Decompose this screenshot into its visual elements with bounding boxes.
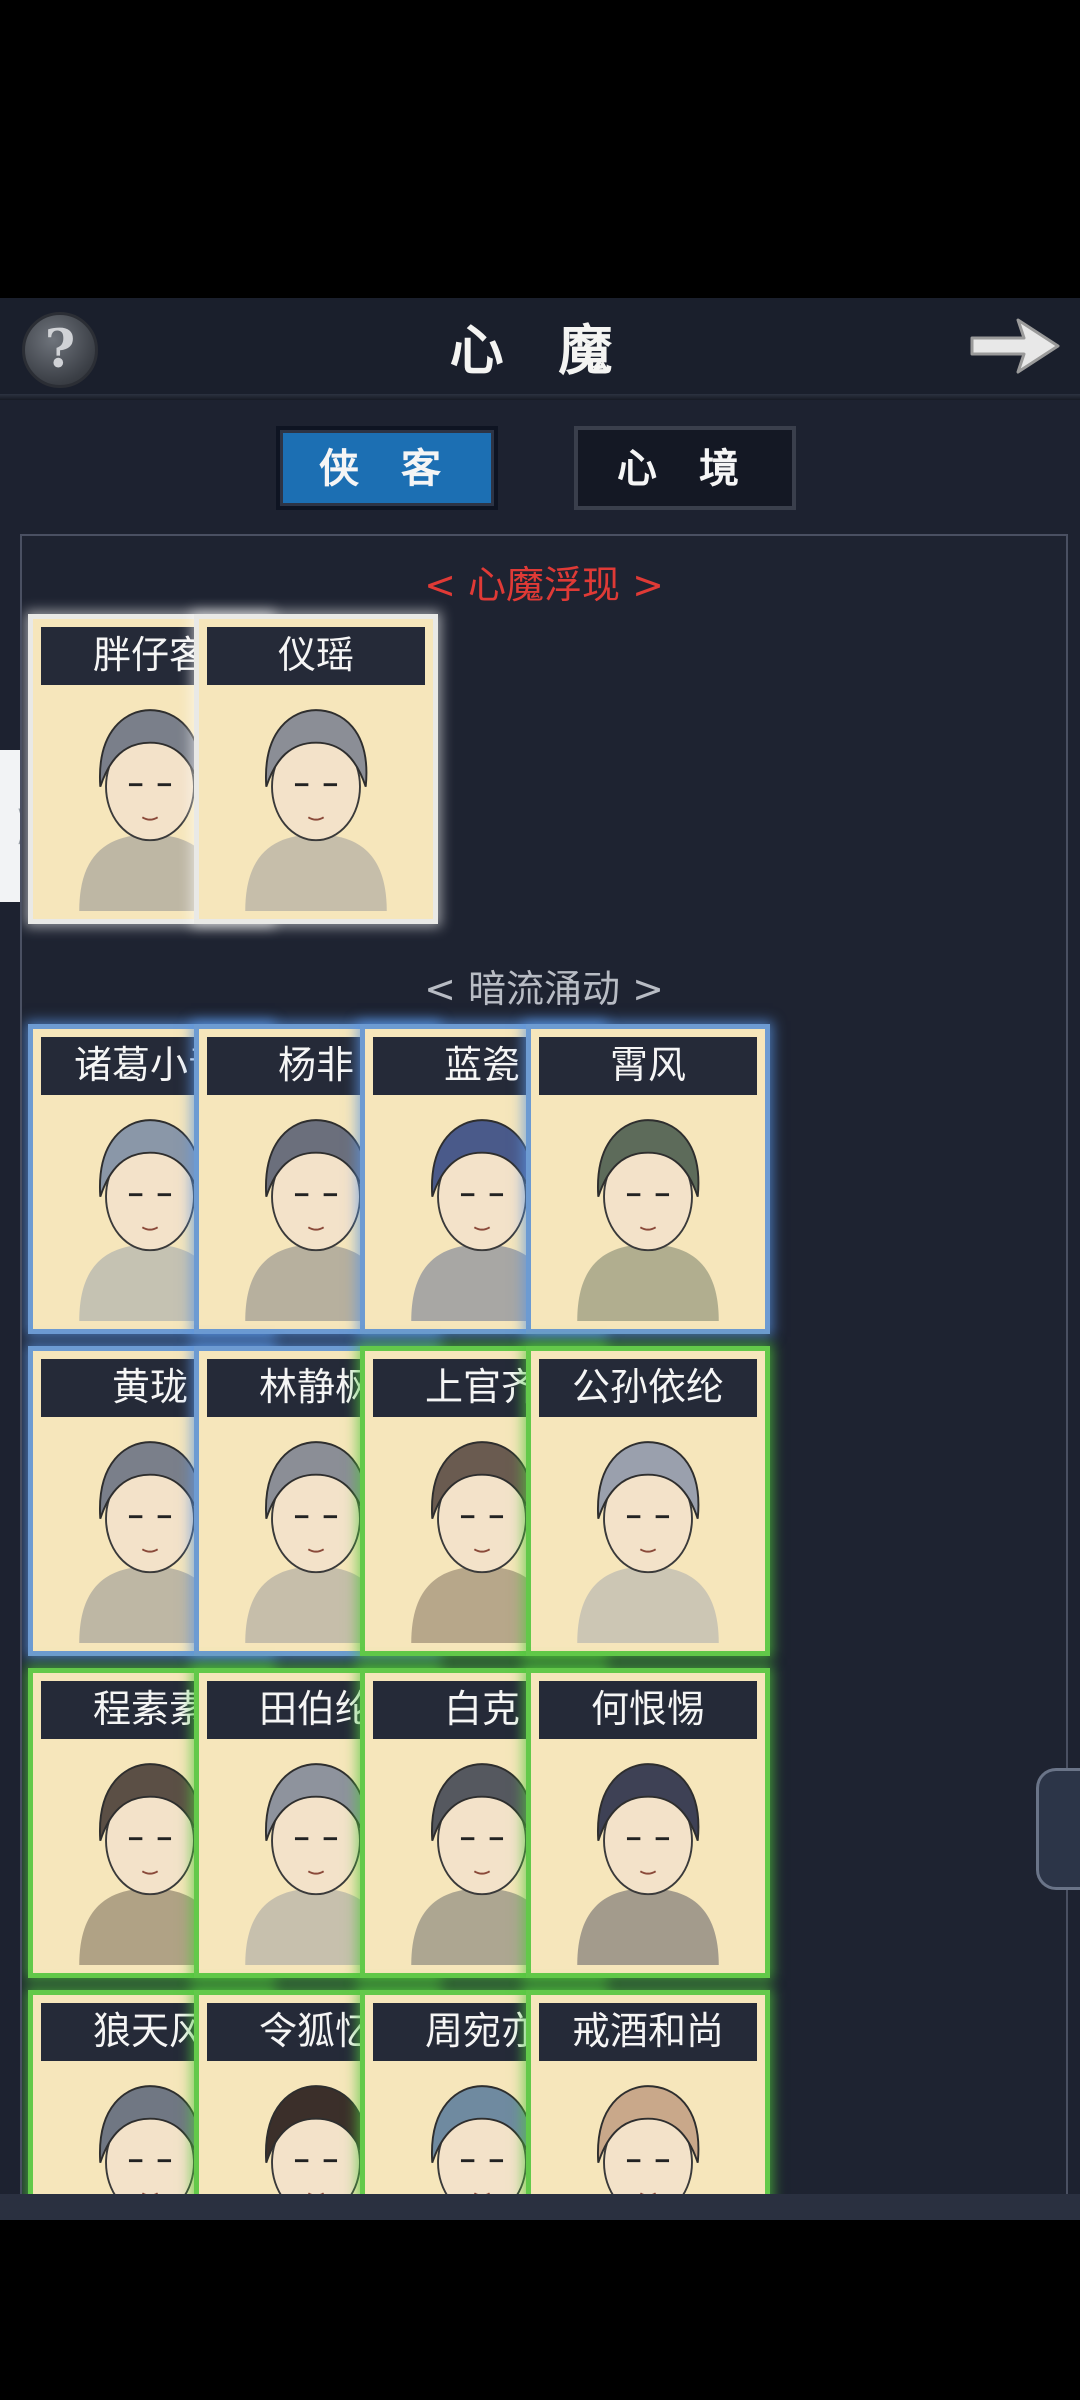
character-portrait bbox=[539, 2067, 757, 2206]
character-portrait bbox=[539, 1745, 757, 1965]
character-card[interactable]: 戒酒和尚 bbox=[526, 1990, 770, 2206]
character-portrait bbox=[539, 1423, 757, 1643]
header-divider bbox=[0, 394, 1080, 400]
section-title-undercurrent: < 暗流涌动 > bbox=[424, 967, 664, 1011]
floating-item-icon[interactable] bbox=[1036, 1768, 1080, 1890]
character-card[interactable]: 仪瑶 bbox=[194, 614, 438, 924]
page-title: 心 魔 bbox=[449, 318, 631, 382]
next-button[interactable] bbox=[966, 312, 1062, 380]
character-card[interactable]: 何恨惕 bbox=[526, 1668, 770, 1978]
character-portrait bbox=[539, 1101, 757, 1321]
heart-demon-screen: ? 心 魔 ⟩ 侠 客 心 境 < 心魔浮现 > < 暗流涌动 > 胖仔客仪瑶诸… bbox=[0, 298, 1080, 2220]
character-name: 公孙依纶 bbox=[539, 1359, 757, 1417]
character-name: 何恨惕 bbox=[539, 1681, 757, 1739]
character-name: 仪瑶 bbox=[207, 627, 425, 685]
bottom-edge bbox=[0, 2194, 1080, 2220]
character-card[interactable]: 霄风 bbox=[526, 1024, 770, 1334]
character-card[interactable]: 公孙依纶 bbox=[526, 1346, 770, 1656]
tab-mind-state[interactable]: 心 境 bbox=[574, 426, 796, 510]
character-portrait bbox=[207, 691, 425, 911]
arrow-right-icon bbox=[970, 318, 1060, 374]
character-grid-panel: < 心魔浮现 > < 暗流涌动 > 胖仔客 仪瑶 诸葛小青 杨非 蓝瓷 霄风 黄珑 林静枫 上官… bbox=[20, 534, 1068, 2208]
character-name: 戒酒和尚 bbox=[539, 2003, 757, 2061]
tab-heroes[interactable]: 侠 客 bbox=[276, 426, 498, 510]
section-title-emerging: < 心魔浮现 > bbox=[424, 563, 664, 607]
character-name: 霄风 bbox=[539, 1037, 757, 1095]
top-bar: ? 心 魔 bbox=[0, 298, 1080, 400]
